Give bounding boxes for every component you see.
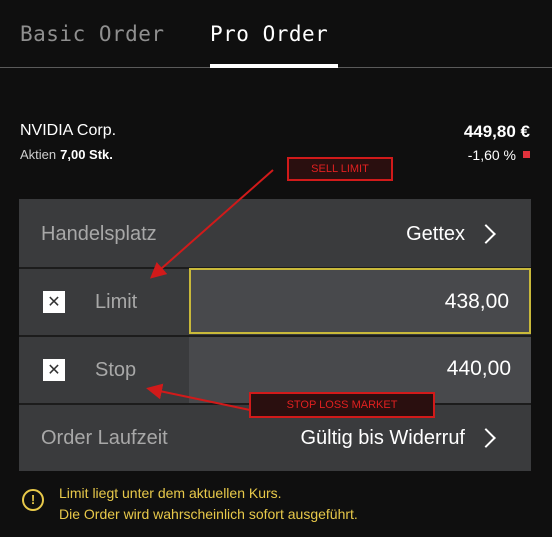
limit-label: Limit	[95, 291, 138, 313]
tab-basic-order[interactable]: Basic Order	[20, 22, 165, 46]
limit-toggle-cell: ✕ Limit	[19, 269, 185, 335]
handelsplatz-label: Handelsplatz	[41, 223, 157, 245]
chevron-right-icon	[476, 428, 496, 448]
limit-price-input[interactable]: 438,00	[189, 268, 531, 334]
stop-checkbox[interactable]: ✕	[43, 359, 65, 381]
negative-change-indicator	[523, 151, 530, 158]
tab-pro-order[interactable]: Pro Order	[210, 22, 328, 46]
stop-label: Stop	[95, 359, 137, 381]
order-laufzeit-value: Gültig bis Widerruf	[300, 427, 466, 449]
sell-limit-annotation: SELL LIMIT	[287, 157, 393, 181]
stock-name: NVIDIA Corp.	[20, 122, 117, 139]
stop-toggle-cell: ✕ Stop	[19, 337, 185, 403]
active-tab-indicator	[210, 64, 338, 68]
warning-text-line2: Die Order wird wahrscheinlich sofort aus…	[59, 506, 358, 522]
stop-loss-annotation: STOP LOSS MARKET	[249, 392, 435, 418]
stock-quantity: 7,00 Stk.	[60, 147, 113, 162]
stock-type-label: Aktien	[20, 147, 57, 162]
limit-price-value: 438,00	[444, 290, 509, 313]
chevron-right-icon	[476, 224, 496, 244]
warning-icon: !	[22, 489, 44, 511]
limit-checkbox[interactable]: ✕	[43, 291, 65, 313]
stock-quantity-line: Aktien 7,00 Stk.	[20, 147, 113, 162]
warning-text-line1: Limit liegt unter dem aktuellen Kurs.	[59, 485, 282, 501]
order-type-tabs: Basic Order Pro Order	[0, 0, 552, 68]
order-laufzeit-label: Order Laufzeit	[41, 427, 168, 449]
handelsplatz-row[interactable]: Handelsplatz Gettex	[19, 199, 531, 267]
price-change: -1,60 %	[467, 147, 516, 163]
stop-price-value: 440,00	[446, 357, 511, 380]
handelsplatz-value: Gettex	[406, 223, 465, 245]
stock-price: 449,80 €	[463, 122, 530, 141]
